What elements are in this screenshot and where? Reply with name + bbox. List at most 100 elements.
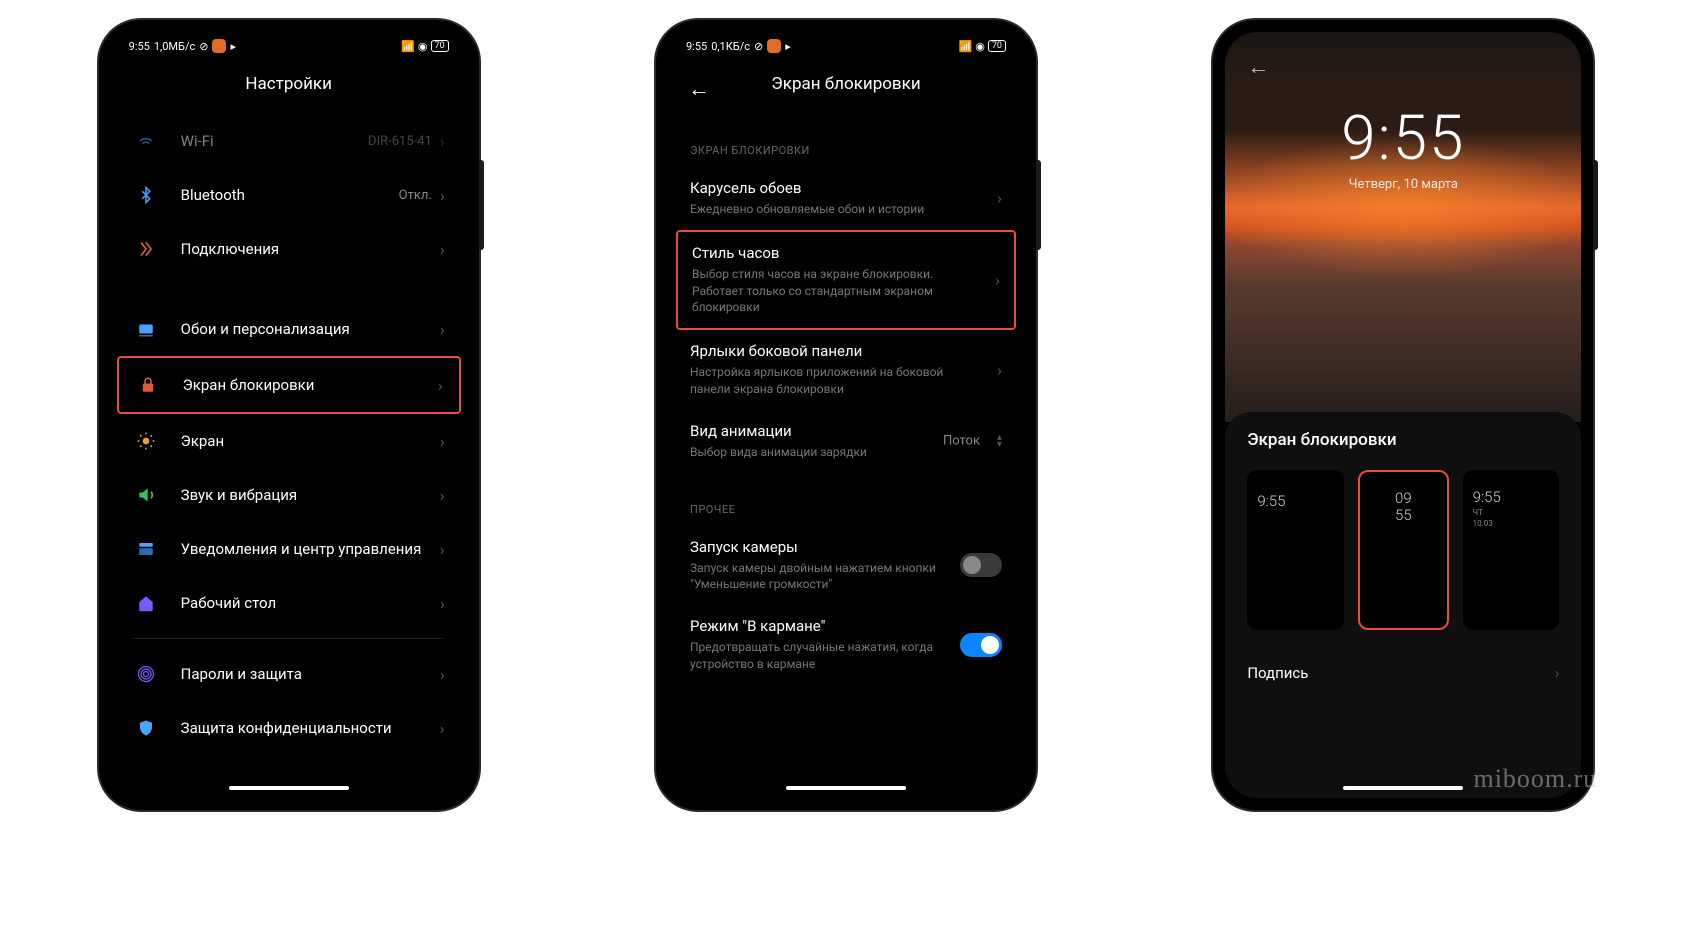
passwords-label: Пароли и защита [181, 665, 440, 683]
carousel-sub: Ежедневно обновляемые обои и истории [690, 201, 1002, 218]
item-connections[interactable]: Подключения › [111, 222, 467, 276]
chevron-right-icon: › [440, 486, 445, 505]
thumb2-hours: 09 [1395, 489, 1412, 507]
nav-handle[interactable] [229, 786, 349, 790]
shield-icon [133, 715, 159, 741]
wallpaper-label: Обои и персонализация [181, 320, 440, 338]
style-panel: Экран блокировки 9:55 09 55 9:55 ЧТ 10.0… [1225, 412, 1581, 798]
preview-clock: 9:55 Четверг, 10 марта [1225, 102, 1581, 192]
item-bluetooth[interactable]: Bluetooth Откл. › [111, 168, 467, 222]
phone-3: ← 9:55 Четверг, 10 марта Экран блокировк… [1213, 20, 1593, 810]
item-sound[interactable]: Звук и вибрация › [111, 468, 467, 522]
phone-1: 9:55 1,0МБ/с ⊘ ▸ 📶 ◉ 70 Настройки Wi-Fi … [99, 20, 479, 810]
item-wallpaper[interactable]: Обои и персонализация › [111, 302, 467, 356]
shortcuts-title: Ярлыки боковой панели [690, 342, 1002, 360]
page-title: ← Экран блокировки [668, 60, 1024, 114]
section-lockscreen: ЭКРАН БЛОКИРОВКИ [668, 114, 1024, 167]
clockstyle-sub: Выбор стиля часов на экране блокировки. … [692, 266, 1000, 316]
statusbar: 9:55 0,1КБ/с ⊘ ▸ 📶 ◉ 70 [668, 32, 1024, 60]
item-signature[interactable]: Подпись › [1247, 650, 1559, 696]
pocket-title: Режим "В кармане" [690, 617, 1002, 635]
connections-icon [133, 236, 159, 262]
dnd-icon: ⊘ [754, 40, 763, 53]
animation-value: Поток [943, 434, 980, 449]
notifications-icon [133, 536, 159, 562]
sound-label: Звук и вибрация [181, 486, 440, 504]
statusbar: 9:55 1,0МБ/с ⊘ ▸ 📶 ◉ 70 [111, 32, 467, 60]
item-animation[interactable]: Вид анимации Выбор вида анимации зарядки… [668, 410, 1024, 473]
item-pocket[interactable]: Режим "В кармане" Предотвращать случайны… [668, 605, 1024, 685]
connections-label: Подключения [181, 240, 440, 258]
clock-style-3[interactable]: 9:55 ЧТ 10.03 [1463, 470, 1560, 630]
preview-date: Четверг, 10 марта [1225, 177, 1581, 192]
chevron-right-icon: › [995, 270, 1000, 289]
chevron-right-icon: › [438, 376, 443, 395]
play-icon: ▸ [230, 40, 236, 53]
phone-2: 9:55 0,1КБ/с ⊘ ▸ 📶 ◉ 70 ← Экран блокиров… [656, 20, 1036, 810]
preview-time: 9:55 [1225, 102, 1581, 175]
style-thumbnails: 9:55 09 55 9:55 ЧТ 10.03 [1247, 470, 1559, 630]
header-title: Экран блокировки [771, 74, 920, 94]
play-icon: ▸ [785, 40, 791, 53]
thumb3-date: 10.03 [1473, 519, 1493, 528]
chevron-right-icon: › [440, 719, 445, 738]
thumb3-time: 9:55 [1473, 488, 1501, 506]
item-shortcuts[interactable]: Ярлыки боковой панели Настройка ярлыков … [668, 330, 1024, 410]
item-notifications[interactable]: Уведомления и центр управления › [111, 522, 467, 576]
wifi-icon [133, 128, 159, 154]
item-camera[interactable]: Запуск камеры Запуск камеры двойным нажа… [668, 526, 1024, 606]
item-carousel[interactable]: Карусель обоев Ежедневно обновляемые обо… [668, 167, 1024, 230]
lock-icon [135, 372, 161, 398]
updown-icon: ▴▾ [997, 434, 1002, 448]
item-passwords[interactable]: Пароли и защита › [111, 647, 467, 701]
thumb3-day: ЧТ [1473, 508, 1483, 517]
wifi-icon: ◉ [975, 40, 985, 53]
item-privacy[interactable]: Защита конфиденциальности › [111, 701, 467, 755]
chevron-right-icon: › [440, 665, 445, 684]
fingerprint-icon [133, 661, 159, 687]
back-button[interactable]: ← [688, 76, 710, 102]
settings-screen: 9:55 1,0МБ/с ⊘ ▸ 📶 ◉ 70 Настройки Wi-Fi … [111, 32, 467, 798]
status-time: 9:55 [129, 40, 150, 53]
pocket-sub: Предотвращать случайные нажатия, когда у… [690, 639, 1002, 673]
clock-style-2[interactable]: 09 55 [1358, 470, 1449, 630]
signal-icon: 📶 [401, 40, 415, 53]
status-speed: 1,0МБ/с [154, 40, 195, 53]
item-lockscreen[interactable]: Экран блокировки › [117, 356, 461, 414]
thumb2-mins: 55 [1395, 506, 1412, 524]
nav-handle[interactable] [1343, 786, 1463, 790]
battery-icon: 70 [431, 40, 449, 52]
section-other: ПРОЧЕЕ [668, 473, 1024, 526]
app-badge-icon [767, 39, 781, 53]
app-badge-icon [212, 39, 226, 53]
camera-toggle[interactable] [960, 553, 1002, 577]
battery-icon: 70 [988, 40, 1006, 52]
wifi-icon: ◉ [418, 40, 428, 53]
item-clockstyle[interactable]: Стиль часов Выбор стиля часов на экране … [676, 230, 1016, 330]
chevron-right-icon: › [997, 360, 1002, 379]
item-wifi[interactable]: Wi-Fi DIR-615-41 › [111, 114, 467, 168]
thumb1-time: 9:55 [1257, 492, 1285, 510]
wallpaper-icon [133, 316, 159, 342]
panel-title: Экран блокировки [1247, 430, 1559, 450]
chevron-right-icon: › [440, 186, 445, 205]
item-desktop[interactable]: Рабочий стол › [111, 576, 467, 630]
chevron-right-icon: › [440, 240, 445, 259]
lockscreen-settings-screen: 9:55 0,1КБ/с ⊘ ▸ 📶 ◉ 70 ← Экран блокиров… [668, 32, 1024, 798]
item-display[interactable]: Экран › [111, 414, 467, 468]
clock-style-screen: ← 9:55 Четверг, 10 марта Экран блокировк… [1225, 32, 1581, 798]
pocket-toggle[interactable] [960, 633, 1002, 657]
brightness-icon [133, 428, 159, 454]
display-label: Экран [181, 432, 440, 450]
page-title: Настройки [111, 60, 467, 114]
back-button[interactable]: ← [1247, 54, 1269, 80]
nav-handle[interactable] [786, 786, 906, 790]
dnd-icon: ⊘ [199, 40, 208, 53]
clock-style-1[interactable]: 9:55 [1247, 470, 1344, 630]
bluetooth-label: Bluetooth [181, 186, 399, 204]
settings-list[interactable]: Wi-Fi DIR-615-41 › Bluetooth Откл. › Под… [111, 114, 467, 755]
clockstyle-title: Стиль часов [692, 244, 1000, 262]
notifications-label: Уведомления и центр управления [181, 540, 440, 558]
lockscreen-label: Экран блокировки [183, 376, 438, 394]
signature-label: Подпись [1247, 664, 1308, 682]
